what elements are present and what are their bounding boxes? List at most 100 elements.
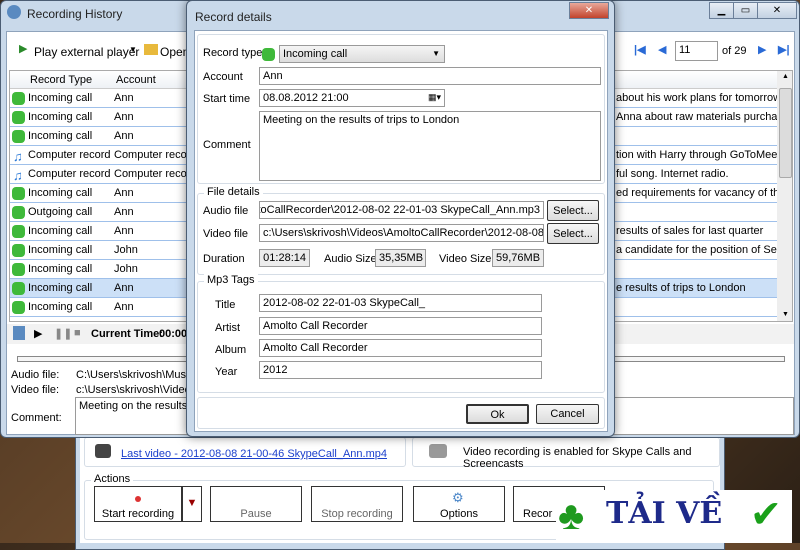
- phone-icon: [12, 225, 25, 238]
- audio-file-label: Audio file: [203, 205, 249, 217]
- page-input[interactable]: 11: [675, 41, 718, 61]
- phone-icon: [12, 244, 25, 257]
- video-camera-icon: [95, 444, 111, 458]
- column-header-account[interactable]: Account: [116, 74, 156, 86]
- select-video-button[interactable]: Select...: [547, 223, 599, 244]
- media-icon: [13, 326, 25, 340]
- clover-icon: ♣: [558, 494, 585, 538]
- duration-label: Duration: [203, 253, 245, 265]
- cancel-button[interactable]: Cancel: [536, 404, 599, 424]
- current-time-label: Current Time:: [91, 328, 163, 340]
- comment-cell: about his work plans for tomorrow: [616, 92, 782, 104]
- scroll-up-icon[interactable]: ▲: [782, 73, 789, 80]
- album-field[interactable]: Amolto Call Recorder: [259, 339, 542, 357]
- title-field[interactable]: 2012-08-02 22-01-03 SkypeCall_: [259, 294, 542, 312]
- start-recording-dropdown[interactable]: ▼: [182, 486, 202, 522]
- record-details-dialog: Record details ✕ Record type Incoming ca…: [186, 0, 615, 437]
- app-icon: [7, 5, 21, 19]
- dialog-client: Record type Incoming call ▼ Account Ann S…: [194, 30, 608, 432]
- pause-label: Pause: [240, 508, 272, 520]
- account-cell: Computer record: [114, 168, 197, 180]
- account-label: Account: [203, 71, 243, 83]
- column-header-record-type[interactable]: Record Type: [30, 74, 92, 86]
- account-cell: Ann: [114, 111, 134, 123]
- phone-icon: [12, 263, 25, 276]
- audio-file-field[interactable]: Music\AmoltoCallRecorder\2012-08-02 22-0…: [259, 201, 544, 219]
- current-time-value: 00:00: [159, 328, 188, 340]
- scroll-down-icon[interactable]: ▼: [782, 311, 789, 318]
- scroll-thumb[interactable]: [779, 88, 792, 178]
- account-field[interactable]: Ann: [259, 67, 601, 85]
- comment-cell: a candidate for the position of Senior: [616, 244, 793, 256]
- audio-size-field: 35,35MB: [375, 249, 426, 267]
- last-video-panel: Last video - 2012-08-08 21-00-46 SkypeCa…: [84, 437, 406, 467]
- phone-icon: [12, 301, 25, 314]
- chevron-down-icon[interactable]: ▼: [129, 45, 137, 54]
- page-count: of 29: [722, 45, 747, 57]
- record-type-select[interactable]: Incoming call ▼: [279, 45, 445, 63]
- phone-icon: [12, 206, 25, 219]
- video-file-value: c:\Users\skrivosh\Videos\: [76, 384, 200, 396]
- video-status-text: Video recording is enabled for Skype Cal…: [463, 446, 692, 470]
- next-page-icon[interactable]: ▶: [758, 43, 766, 56]
- video-file-label: Video file:: [11, 384, 60, 396]
- video-camera-icon: [429, 444, 447, 458]
- account-cell: Ann: [114, 206, 134, 218]
- record-type-cell: Incoming call: [28, 282, 93, 294]
- record-type-cell: Incoming call: [28, 111, 93, 123]
- start-recording-label: Start recording: [101, 508, 175, 520]
- account-cell: Ann: [114, 301, 134, 313]
- actions-label: Actions: [91, 473, 134, 485]
- play-button[interactable]: ▶: [34, 327, 42, 340]
- options-button[interactable]: ⚙ Options: [413, 486, 505, 522]
- last-page-icon[interactable]: ▶|: [778, 43, 790, 56]
- title-label: Title: [215, 299, 236, 311]
- stop-button[interactable]: ■: [74, 327, 81, 339]
- last-video-link[interactable]: Last video - 2012-08-08 21-00-46 SkypeCa…: [121, 448, 387, 460]
- comment-cell: ful song. Internet radio.: [616, 168, 729, 180]
- first-page-icon[interactable]: |◀: [634, 43, 646, 56]
- record-type-label: Record type: [203, 47, 263, 59]
- account-cell: John: [114, 244, 138, 256]
- comment-field[interactable]: Meeting on the results of trips to Londo…: [259, 111, 601, 181]
- year-label: Year: [215, 366, 238, 378]
- comment-cell: results of sales for last quarter: [616, 225, 764, 237]
- play-icon: ▶: [19, 43, 28, 55]
- pause-button[interactable]: ❚❚: [54, 327, 72, 340]
- options-label: Options: [440, 508, 478, 520]
- dialog-close-button[interactable]: ✕: [569, 2, 609, 19]
- open-button[interactable]: Open: [160, 45, 189, 59]
- select-audio-button[interactable]: Select...: [547, 200, 599, 221]
- start-time-value: 08.08.2012 21:00: [263, 92, 349, 104]
- phone-icon: [12, 92, 25, 105]
- prev-page-icon[interactable]: ◀: [658, 43, 666, 56]
- record-type-cell: Incoming call: [28, 301, 93, 313]
- audio-file-label: Audio file:: [11, 369, 60, 381]
- video-file-field[interactable]: c:\Users\skrivosh\Videos\AmoltoCallRecor…: [259, 224, 544, 242]
- start-recording-button[interactable]: Start recording: [94, 486, 182, 522]
- account-cell: Ann: [114, 92, 134, 104]
- record-type-cell: Incoming call: [28, 187, 93, 199]
- stop-label: Stop recording: [321, 508, 393, 520]
- phone-icon: [12, 187, 25, 200]
- audio-file-value: Music\AmoltoCallRecorder\2012-08-02 22-0…: [260, 204, 540, 216]
- minimize-button[interactable]: ▁: [709, 2, 734, 19]
- pause-button[interactable]: Pause: [210, 486, 302, 522]
- gear-icon: ⚙: [452, 490, 464, 505]
- table-scrollbar[interactable]: ▲ ▼: [777, 71, 792, 321]
- calendar-icon[interactable]: ▦▾: [428, 92, 441, 103]
- year-field[interactable]: 2012: [259, 361, 542, 379]
- maximize-button[interactable]: ▭: [733, 2, 758, 19]
- comment-cell: Anna about raw materials purchases: [616, 111, 793, 123]
- account-cell: Ann: [114, 187, 134, 199]
- video-status-panel: Video recording is enabled for Skype Cal…: [412, 437, 720, 470]
- play-external-player-button[interactable]: Play external player: [34, 45, 139, 59]
- mp3-tags-label: Mp3 Tags: [204, 274, 258, 286]
- start-time-field[interactable]: 08.08.2012 21:00 ▦▾: [259, 89, 445, 107]
- ok-button[interactable]: Ok: [466, 404, 529, 424]
- artist-field[interactable]: Amolto Call Recorder: [259, 317, 542, 335]
- album-label: Album: [215, 344, 247, 356]
- stop-recording-button[interactable]: Stop recording: [311, 486, 403, 522]
- chevron-down-icon: ▼: [432, 49, 440, 58]
- close-button[interactable]: ✕: [757, 2, 797, 19]
